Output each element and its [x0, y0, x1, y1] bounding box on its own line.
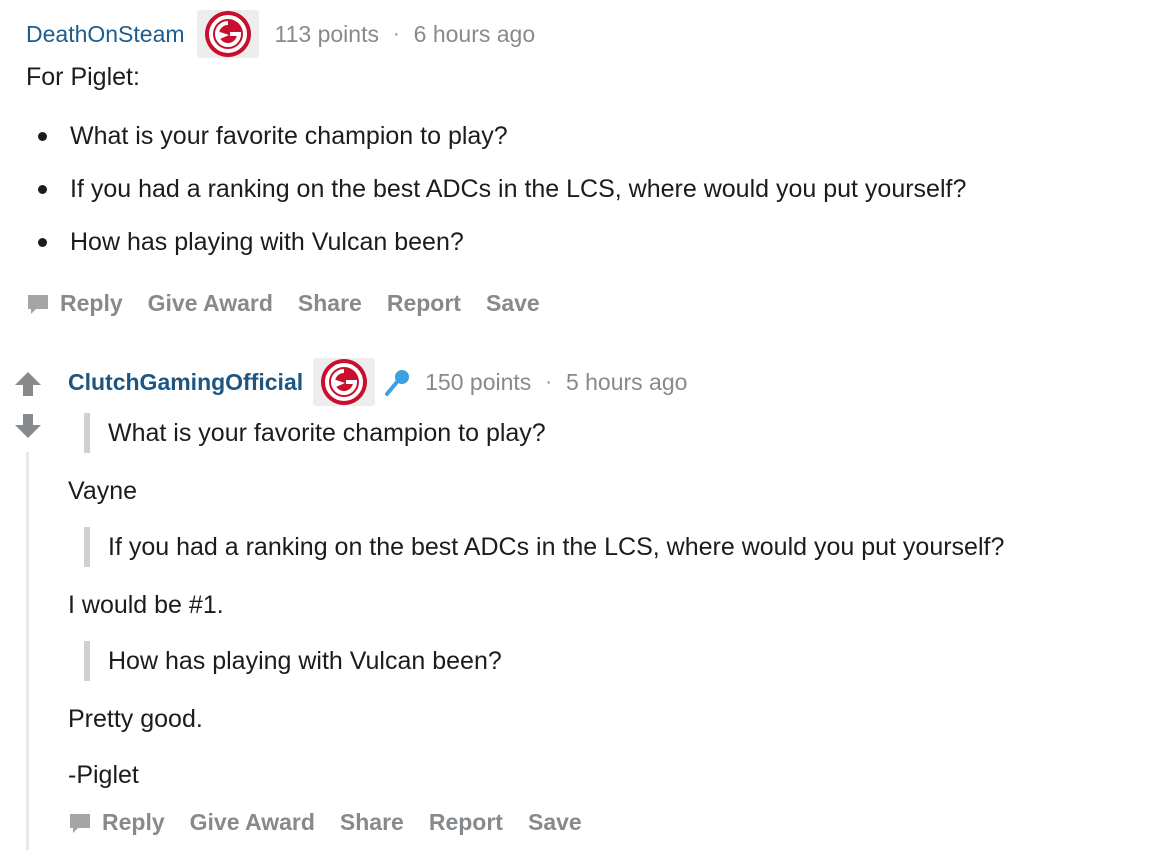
- reply-label: Reply: [102, 809, 165, 835]
- separator-dot: ·: [392, 22, 400, 45]
- separator-dot: ·: [545, 370, 552, 393]
- upvote-arrow-icon[interactable]: [13, 370, 43, 398]
- bullet: [38, 238, 47, 247]
- question-text: If you had a ranking on the best ADCs in…: [70, 175, 967, 203]
- save-button[interactable]: Save: [486, 290, 540, 317]
- quote-block: What is your favorite champion to play?: [84, 413, 546, 453]
- timestamp[interactable]: 5 hours ago: [566, 369, 687, 396]
- author-link[interactable]: DeathOnSteam: [26, 21, 185, 48]
- share-button[interactable]: Share: [298, 290, 362, 317]
- quote-block: How has playing with Vulcan been?: [84, 641, 502, 681]
- comment-header: DeathOnSteam 113 points · 6 hours ago: [26, 10, 535, 58]
- question-list: What is your favorite champion to play? …: [26, 110, 1156, 269]
- bullet: [38, 132, 47, 141]
- reply-button[interactable]: Reply: [26, 290, 123, 317]
- user-flair: [313, 358, 376, 406]
- author-link[interactable]: ClutchGamingOfficial: [68, 369, 303, 396]
- quote-block: If you had a ranking on the best ADCs in…: [84, 527, 1004, 567]
- comment-header: ClutchGamingOfficial 150 points · 5 hour…: [68, 358, 687, 406]
- user-flair: [196, 10, 259, 58]
- answer-text: Pretty good.: [68, 705, 203, 733]
- give-award-button[interactable]: Give Award: [148, 290, 273, 317]
- list-item: How has playing with Vulcan been?: [26, 216, 1156, 269]
- points: 150 points: [425, 368, 532, 395]
- reply-label: Reply: [60, 290, 123, 316]
- comment-actions: Reply Give Award Share Report Save: [68, 809, 607, 836]
- chat-bubble-icon: [70, 813, 90, 833]
- give-award-button[interactable]: Give Award: [190, 809, 315, 836]
- list-item: If you had a ranking on the best ADCs in…: [26, 163, 1156, 216]
- list-item: What is your favorite champion to play?: [26, 110, 1156, 163]
- comment-intro: For Piglet:: [26, 63, 140, 91]
- signature-text: -Piglet: [68, 761, 139, 789]
- share-button[interactable]: Share: [340, 809, 404, 836]
- answer-text: Vayne: [68, 477, 138, 505]
- comment-actions: Reply Give Award Share Report Save: [26, 290, 565, 317]
- points: 113 points: [274, 20, 379, 47]
- report-button[interactable]: Report: [429, 809, 503, 836]
- reply-button[interactable]: Reply: [68, 809, 165, 836]
- report-button[interactable]: Report: [387, 290, 461, 317]
- thread-collapse-line[interactable]: [26, 452, 29, 850]
- downvote-arrow-icon[interactable]: [13, 412, 43, 440]
- save-button[interactable]: Save: [528, 809, 582, 836]
- vote-controls: [13, 370, 45, 440]
- microphone-icon: [385, 370, 410, 396]
- question-text: What is your favorite champion to play?: [70, 122, 508, 150]
- timestamp[interactable]: 6 hours ago: [414, 21, 535, 48]
- bullet: [38, 185, 47, 194]
- question-text: How has playing with Vulcan been?: [70, 228, 464, 256]
- clutch-gaming-logo-icon: [321, 359, 368, 405]
- chat-bubble-icon: [28, 294, 48, 314]
- answer-text: I would be #1.: [68, 591, 224, 619]
- clutch-gaming-logo-icon: [204, 11, 251, 57]
